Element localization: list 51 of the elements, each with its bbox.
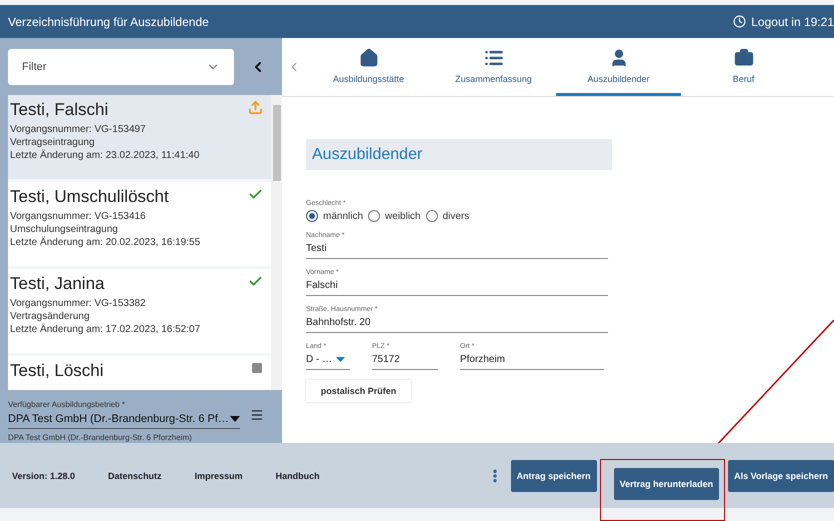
case-item[interactable]: Testi, Janina Vorgangsnummer: VG-153382 Vertragsänderung Letzte Änderung am: 17.02.2023, 16:52:07 <box>8 269 271 353</box>
filter-dropdown[interactable]: Filter <box>8 48 234 84</box>
company-hint: DPA Test GmbH (Dr.-Brandenburg-Str. 6 Pforzheim) <box>8 433 193 442</box>
tab[interactable]: Zusammenfassung <box>431 38 556 96</box>
case-number: Vorgangsnummer: VG-153416 <box>10 211 147 222</box>
case-date: Letzte Änderung am: 17.02.2023, 16:52:07 <box>10 324 200 335</box>
company-select[interactable]: DPA Test GmbH (Dr.-Brandenburg-Str. 6 Pf… <box>8 413 240 429</box>
app-title: Verzeichnisführung für Auszubildende <box>8 14 209 28</box>
case-number: Vorgangsnummer: VG-153382 <box>10 298 147 309</box>
tab[interactable]: Auszubildender <box>556 38 681 96</box>
footer-button[interactable]: Antrag speichern <box>510 460 597 492</box>
footer-link[interactable]: Datenschutz <box>108 470 162 480</box>
case-type: Umschulungseintragung <box>10 224 119 235</box>
radio-label: weiblich <box>385 210 421 222</box>
case-date: Letzte Änderung am: 23.02.2023, 11:41:40 <box>10 150 200 161</box>
radio-button[interactable] <box>306 210 318 222</box>
version-label: Version: 1.28.0 <box>12 470 76 480</box>
section-title: Auszubildender <box>306 139 612 170</box>
case-name: Testi, Löschi <box>10 361 104 381</box>
case-type: Vertragsänderung <box>10 311 91 322</box>
case-type: Vertragseintragung <box>10 137 96 148</box>
radio-button[interactable] <box>426 210 438 222</box>
tab[interactable]: Beruf <box>681 38 806 96</box>
home-icon <box>358 48 378 68</box>
square-icon <box>251 362 263 374</box>
footer-link[interactable]: Handbuch <box>276 470 320 480</box>
briefcase-icon <box>734 48 754 68</box>
logout-timer: Logout in 19:21 <box>733 14 834 28</box>
validate-address-button[interactable]: postalisch Prüfen <box>306 380 411 402</box>
menu-icon[interactable] <box>250 408 264 422</box>
footer-button[interactable]: Als Vorlage speichern <box>728 460 834 492</box>
caret-down-icon <box>336 357 346 362</box>
case-date: Letzte Änderung am: 20.02.2023, 16:19:55 <box>10 237 200 248</box>
footer-link[interactable]: Impressum <box>194 470 243 480</box>
clock-icon <box>733 15 746 28</box>
radio-label: divers <box>442 210 470 222</box>
footer-button[interactable]: Vertrag herunterladen <box>614 468 720 500</box>
case-name: Testi, Umschulilöscht <box>10 187 170 207</box>
radio-label: männlich <box>323 210 364 222</box>
company-label: Verfügbarer Ausbildungsbetrieb * <box>8 400 126 409</box>
scrollbar[interactable] <box>271 95 282 390</box>
case-item[interactable]: Testi, Löschi <box>8 356 271 390</box>
case-number: Vorgangsnummer: VG-153497 <box>10 124 147 135</box>
case-item[interactable]: Testi, Umschulilöscht Vorgangsnummer: VG-153416 Umschulungseintragung Letzte Änderung am: 20.02.2023, 16:19:55 <box>8 182 271 266</box>
case-item[interactable]: Testi, Falschi Vorgangsnummer: VG-153497 Vertragseintragung Letzte Änderung am: 23.02.2023, 11:41:40 <box>8 95 271 179</box>
radio-button[interactable] <box>368 210 380 222</box>
upload-icon <box>248 100 263 115</box>
tab[interactable]: Ausbildungsstätte <box>306 38 431 96</box>
caret-down-icon <box>230 416 240 422</box>
case-name: Testi, Janina <box>10 274 106 294</box>
case-name: Testi, Falschi <box>10 100 110 120</box>
